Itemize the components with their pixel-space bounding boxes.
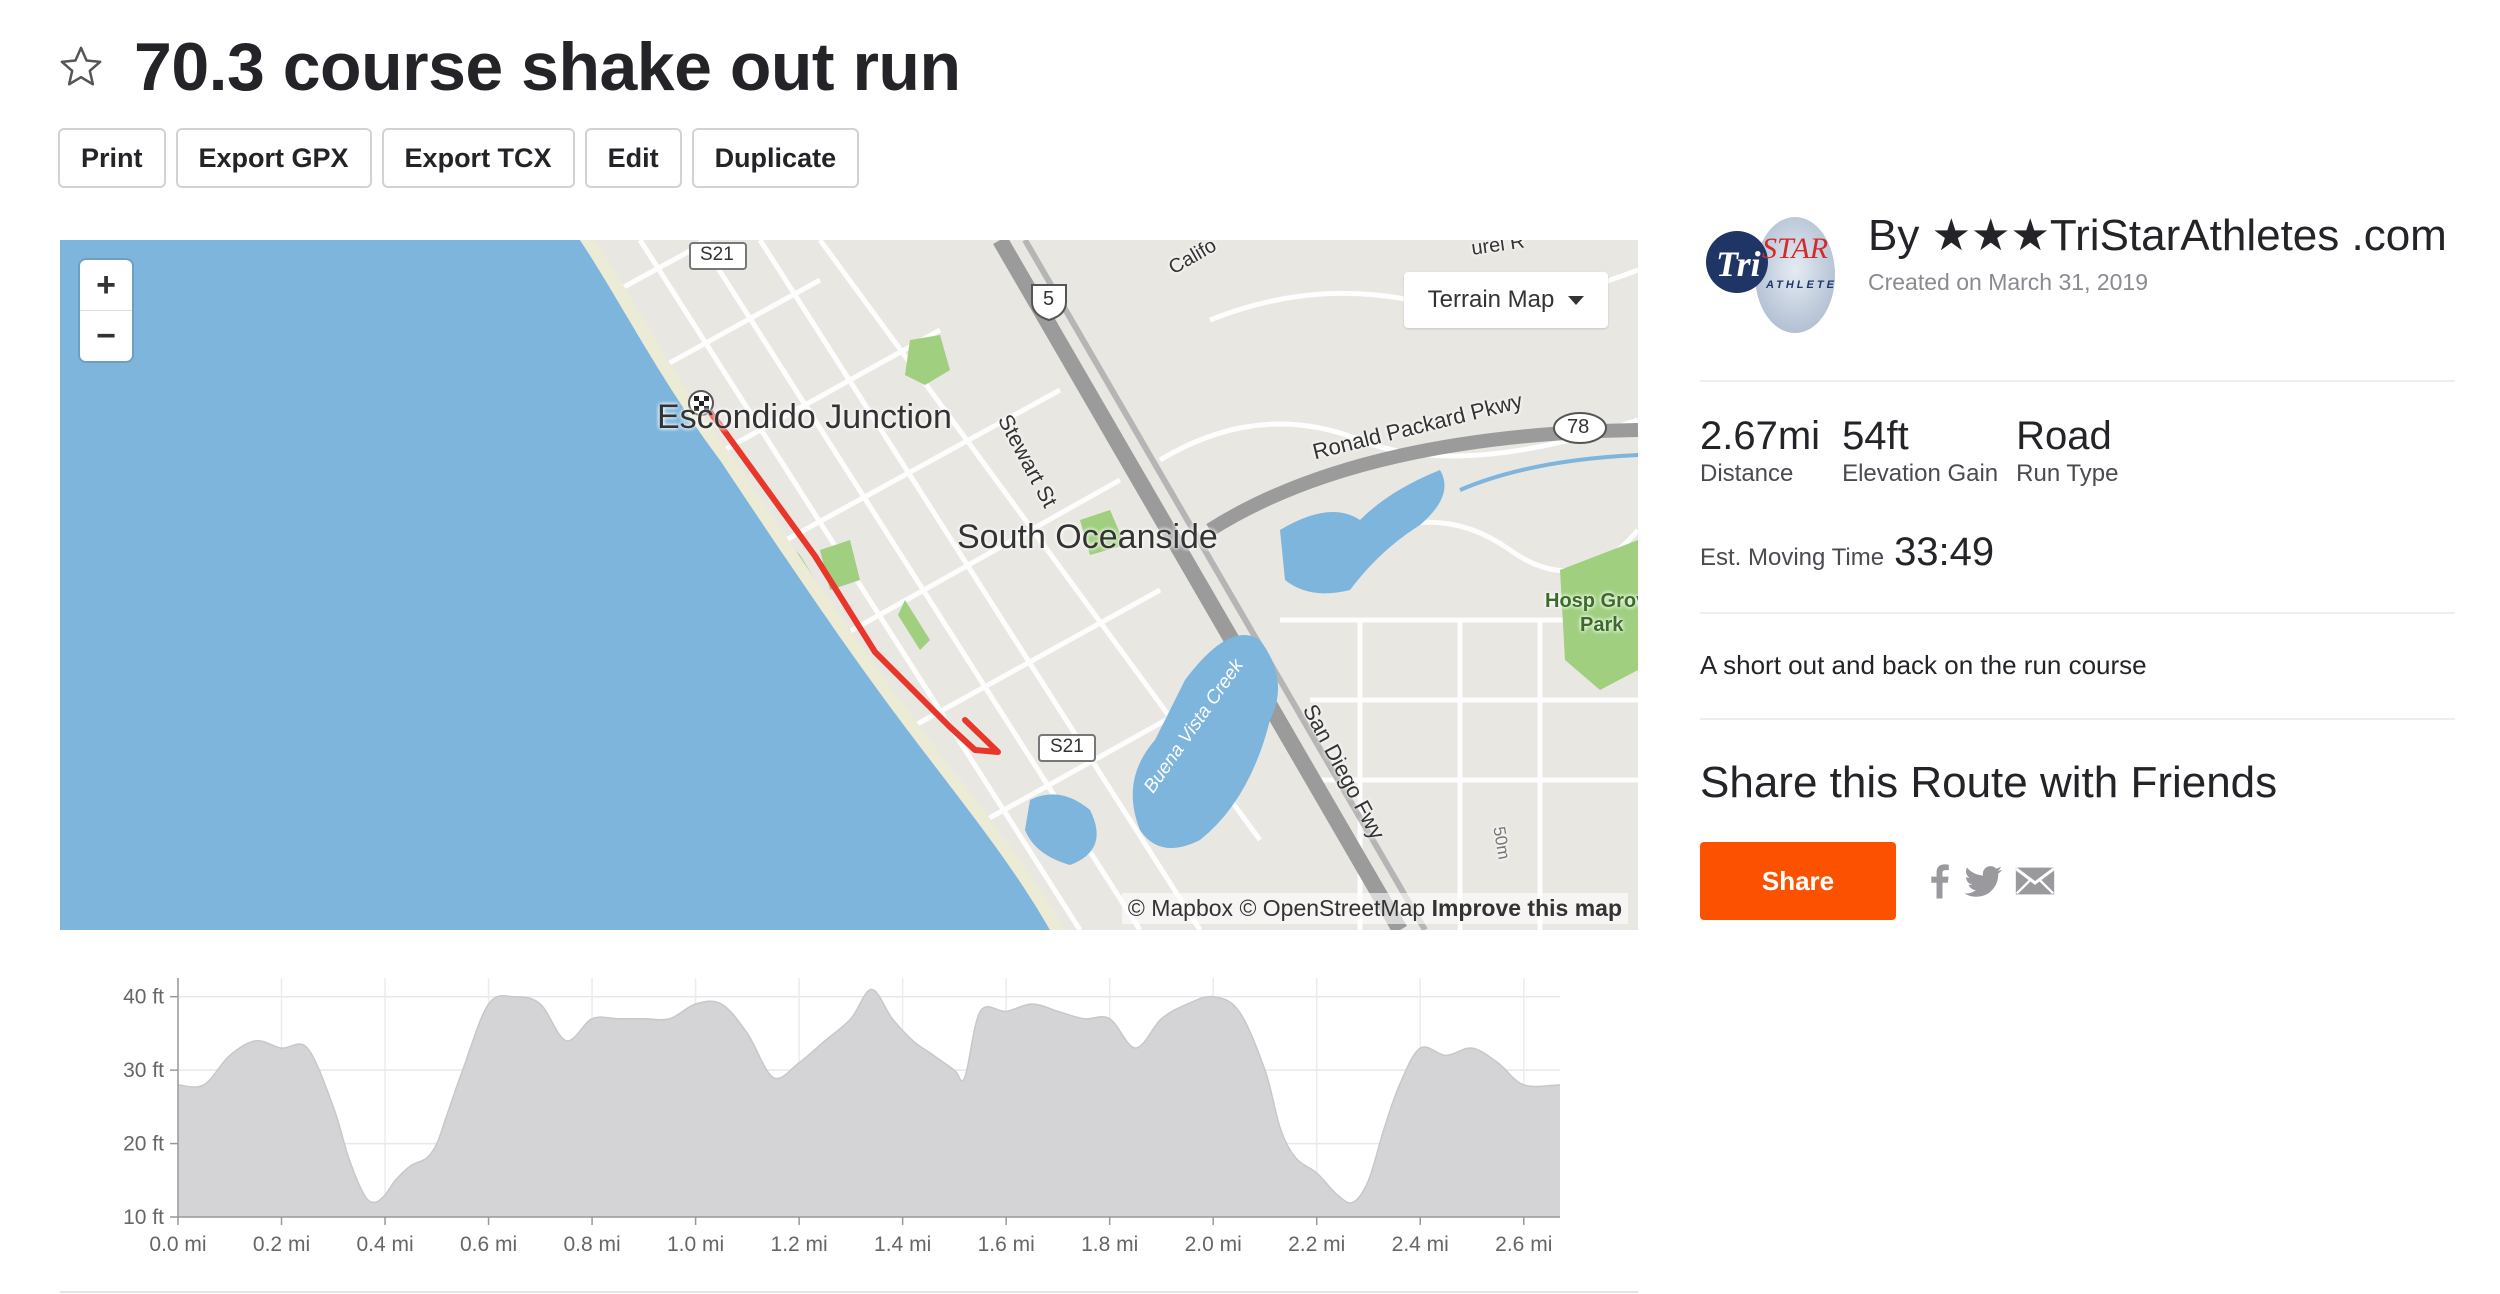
print-button[interactable]: Print bbox=[58, 128, 166, 188]
zoom-in-button[interactable]: + bbox=[80, 260, 132, 310]
twitter-icon[interactable] bbox=[1962, 858, 2004, 904]
label-s21-mid: S21 bbox=[1050, 736, 1084, 757]
x-tick-label: 1.6 mi bbox=[978, 1233, 1035, 1256]
star-icon[interactable] bbox=[58, 44, 104, 90]
x-tick-label: 0.6 mi bbox=[460, 1233, 517, 1256]
x-tick-label: 2.4 mi bbox=[1392, 1233, 1449, 1256]
x-tick-label: 1.4 mi bbox=[874, 1233, 931, 1256]
x-tick-label: 0.4 mi bbox=[356, 1233, 413, 1256]
stat-elevation: 54ft Elevation Gain bbox=[1842, 412, 1998, 488]
zoom-control: + − bbox=[80, 260, 132, 361]
author-block: Tri STAR ATHLETE By ★★★TriStarAthletes .… bbox=[1700, 210, 2447, 340]
stat-value: 2.67mi bbox=[1700, 414, 1821, 458]
tristar-logo: Tri STAR ATHLETE bbox=[1706, 217, 1837, 333]
mapbox-link[interactable]: © Mapbox bbox=[1128, 895, 1233, 921]
map-attribution: © Mapbox © OpenStreetMap Improve this ma… bbox=[1121, 893, 1628, 924]
y-tick-label: 10 ft bbox=[123, 1206, 164, 1229]
x-tick-label: 2.2 mi bbox=[1288, 1233, 1345, 1256]
facebook-icon[interactable] bbox=[1918, 858, 1960, 904]
share-title: Share this Route with Friends bbox=[1700, 758, 2278, 807]
email-icon[interactable] bbox=[2012, 858, 2058, 904]
osm-link[interactable]: © OpenStreetMap bbox=[1239, 895, 1425, 921]
moving-time: Est. Moving Time 33:49 bbox=[1700, 530, 1994, 575]
stat-value: Road bbox=[2016, 414, 2112, 458]
x-tick-label: 2.0 mi bbox=[1185, 1233, 1242, 1256]
route-stats: 2.67mi Distance 54ft Elevation Gain Road… bbox=[1700, 412, 2140, 488]
route-header: 70.3 course shake out run bbox=[58, 22, 961, 112]
label-s21-top: S21 bbox=[700, 244, 734, 265]
page-title: 70.3 course shake out run bbox=[134, 29, 961, 105]
elevation-chart[interactable]: 0.0 mi 0.2 mi 0.4 mi 0.6 mi 0.8 mi 1.0 mi 1.2 … bbox=[60, 960, 1638, 1294]
caret-down-icon bbox=[1568, 295, 1585, 305]
label-south-oceanside: South Oceanside bbox=[957, 518, 1218, 556]
x-tick-label: 1.8 mi bbox=[1081, 1233, 1138, 1256]
label-hosp-grove: Hosp Grove bbox=[1545, 590, 1638, 612]
x-tick-label: 0.2 mi bbox=[253, 1233, 310, 1256]
improve-map-link[interactable]: Improve this map bbox=[1432, 895, 1622, 921]
route-toolbar: Print Export GPX Export TCX Edit Duplica… bbox=[58, 128, 860, 188]
label-i5: 5 bbox=[1043, 288, 1055, 310]
stat-label: Run Type bbox=[2016, 460, 2119, 487]
divider-1 bbox=[1700, 380, 2455, 382]
label-r78: 78 bbox=[1567, 416, 1590, 438]
share-button[interactable]: Share bbox=[1700, 842, 1896, 920]
zoom-out-button[interactable]: − bbox=[80, 310, 132, 361]
stat-distance: 2.67mi Distance bbox=[1700, 412, 1820, 488]
y-tick-label: 40 ft bbox=[123, 986, 164, 1009]
moving-time-value: 33:49 bbox=[1894, 530, 1995, 574]
x-tick-label: 1.0 mi bbox=[667, 1233, 724, 1256]
map-layer-label: Terrain Map bbox=[1427, 286, 1555, 313]
x-tick-label: 0.0 mi bbox=[149, 1233, 206, 1256]
stat-run-type: Road Run Type bbox=[2016, 412, 2118, 488]
divider-3 bbox=[1700, 718, 2455, 720]
label-escondido-junction: Escondido Junction bbox=[657, 398, 952, 436]
y-tick-labels: 10 ft 20 ft 30 ft 40 ft bbox=[123, 986, 164, 1229]
map-canvas[interactable] bbox=[60, 240, 1638, 930]
route-description: A short out and back on the run course bbox=[1700, 650, 2147, 680]
divider-2 bbox=[1700, 612, 2455, 614]
stat-label: Distance bbox=[1700, 460, 1794, 487]
y-tick-label: 20 ft bbox=[123, 1133, 164, 1156]
export-tcx-button[interactable]: Export TCX bbox=[381, 128, 575, 188]
export-gpx-button[interactable]: Export GPX bbox=[175, 128, 372, 188]
stat-value: 54ft bbox=[1842, 414, 1909, 458]
map-layer-select[interactable]: Terrain Map bbox=[1404, 272, 1608, 328]
logo-tri: Tri bbox=[1716, 244, 1761, 284]
x-tick-label: 2.6 mi bbox=[1495, 1233, 1552, 1256]
logo-star: STAR bbox=[1762, 232, 1828, 265]
edit-button[interactable]: Edit bbox=[584, 128, 682, 188]
stat-label: Elevation Gain bbox=[1842, 460, 1999, 487]
logo-athlete: ATHLETE bbox=[1765, 279, 1837, 291]
moving-time-label: Est. Moving Time bbox=[1700, 544, 1885, 571]
author-name-link[interactable]: By ★★★TriStarAthletes .com bbox=[1868, 210, 2447, 261]
x-tick-labels: 0.0 mi 0.2 mi 0.4 mi 0.6 mi 0.8 mi 1.0 mi 1.2 … bbox=[149, 1233, 1552, 1256]
duplicate-button[interactable]: Duplicate bbox=[691, 128, 860, 188]
route-map[interactable]: S21 S21 5 78 Escondido Junction South Oc… bbox=[60, 240, 1638, 930]
created-date: Created on March 31, 2019 bbox=[1868, 269, 2149, 295]
label-park: Park bbox=[1580, 614, 1624, 636]
x-tick-label: 0.8 mi bbox=[563, 1233, 620, 1256]
y-tick-label: 30 ft bbox=[123, 1059, 164, 1082]
x-tick-label: 1.2 mi bbox=[771, 1233, 828, 1256]
